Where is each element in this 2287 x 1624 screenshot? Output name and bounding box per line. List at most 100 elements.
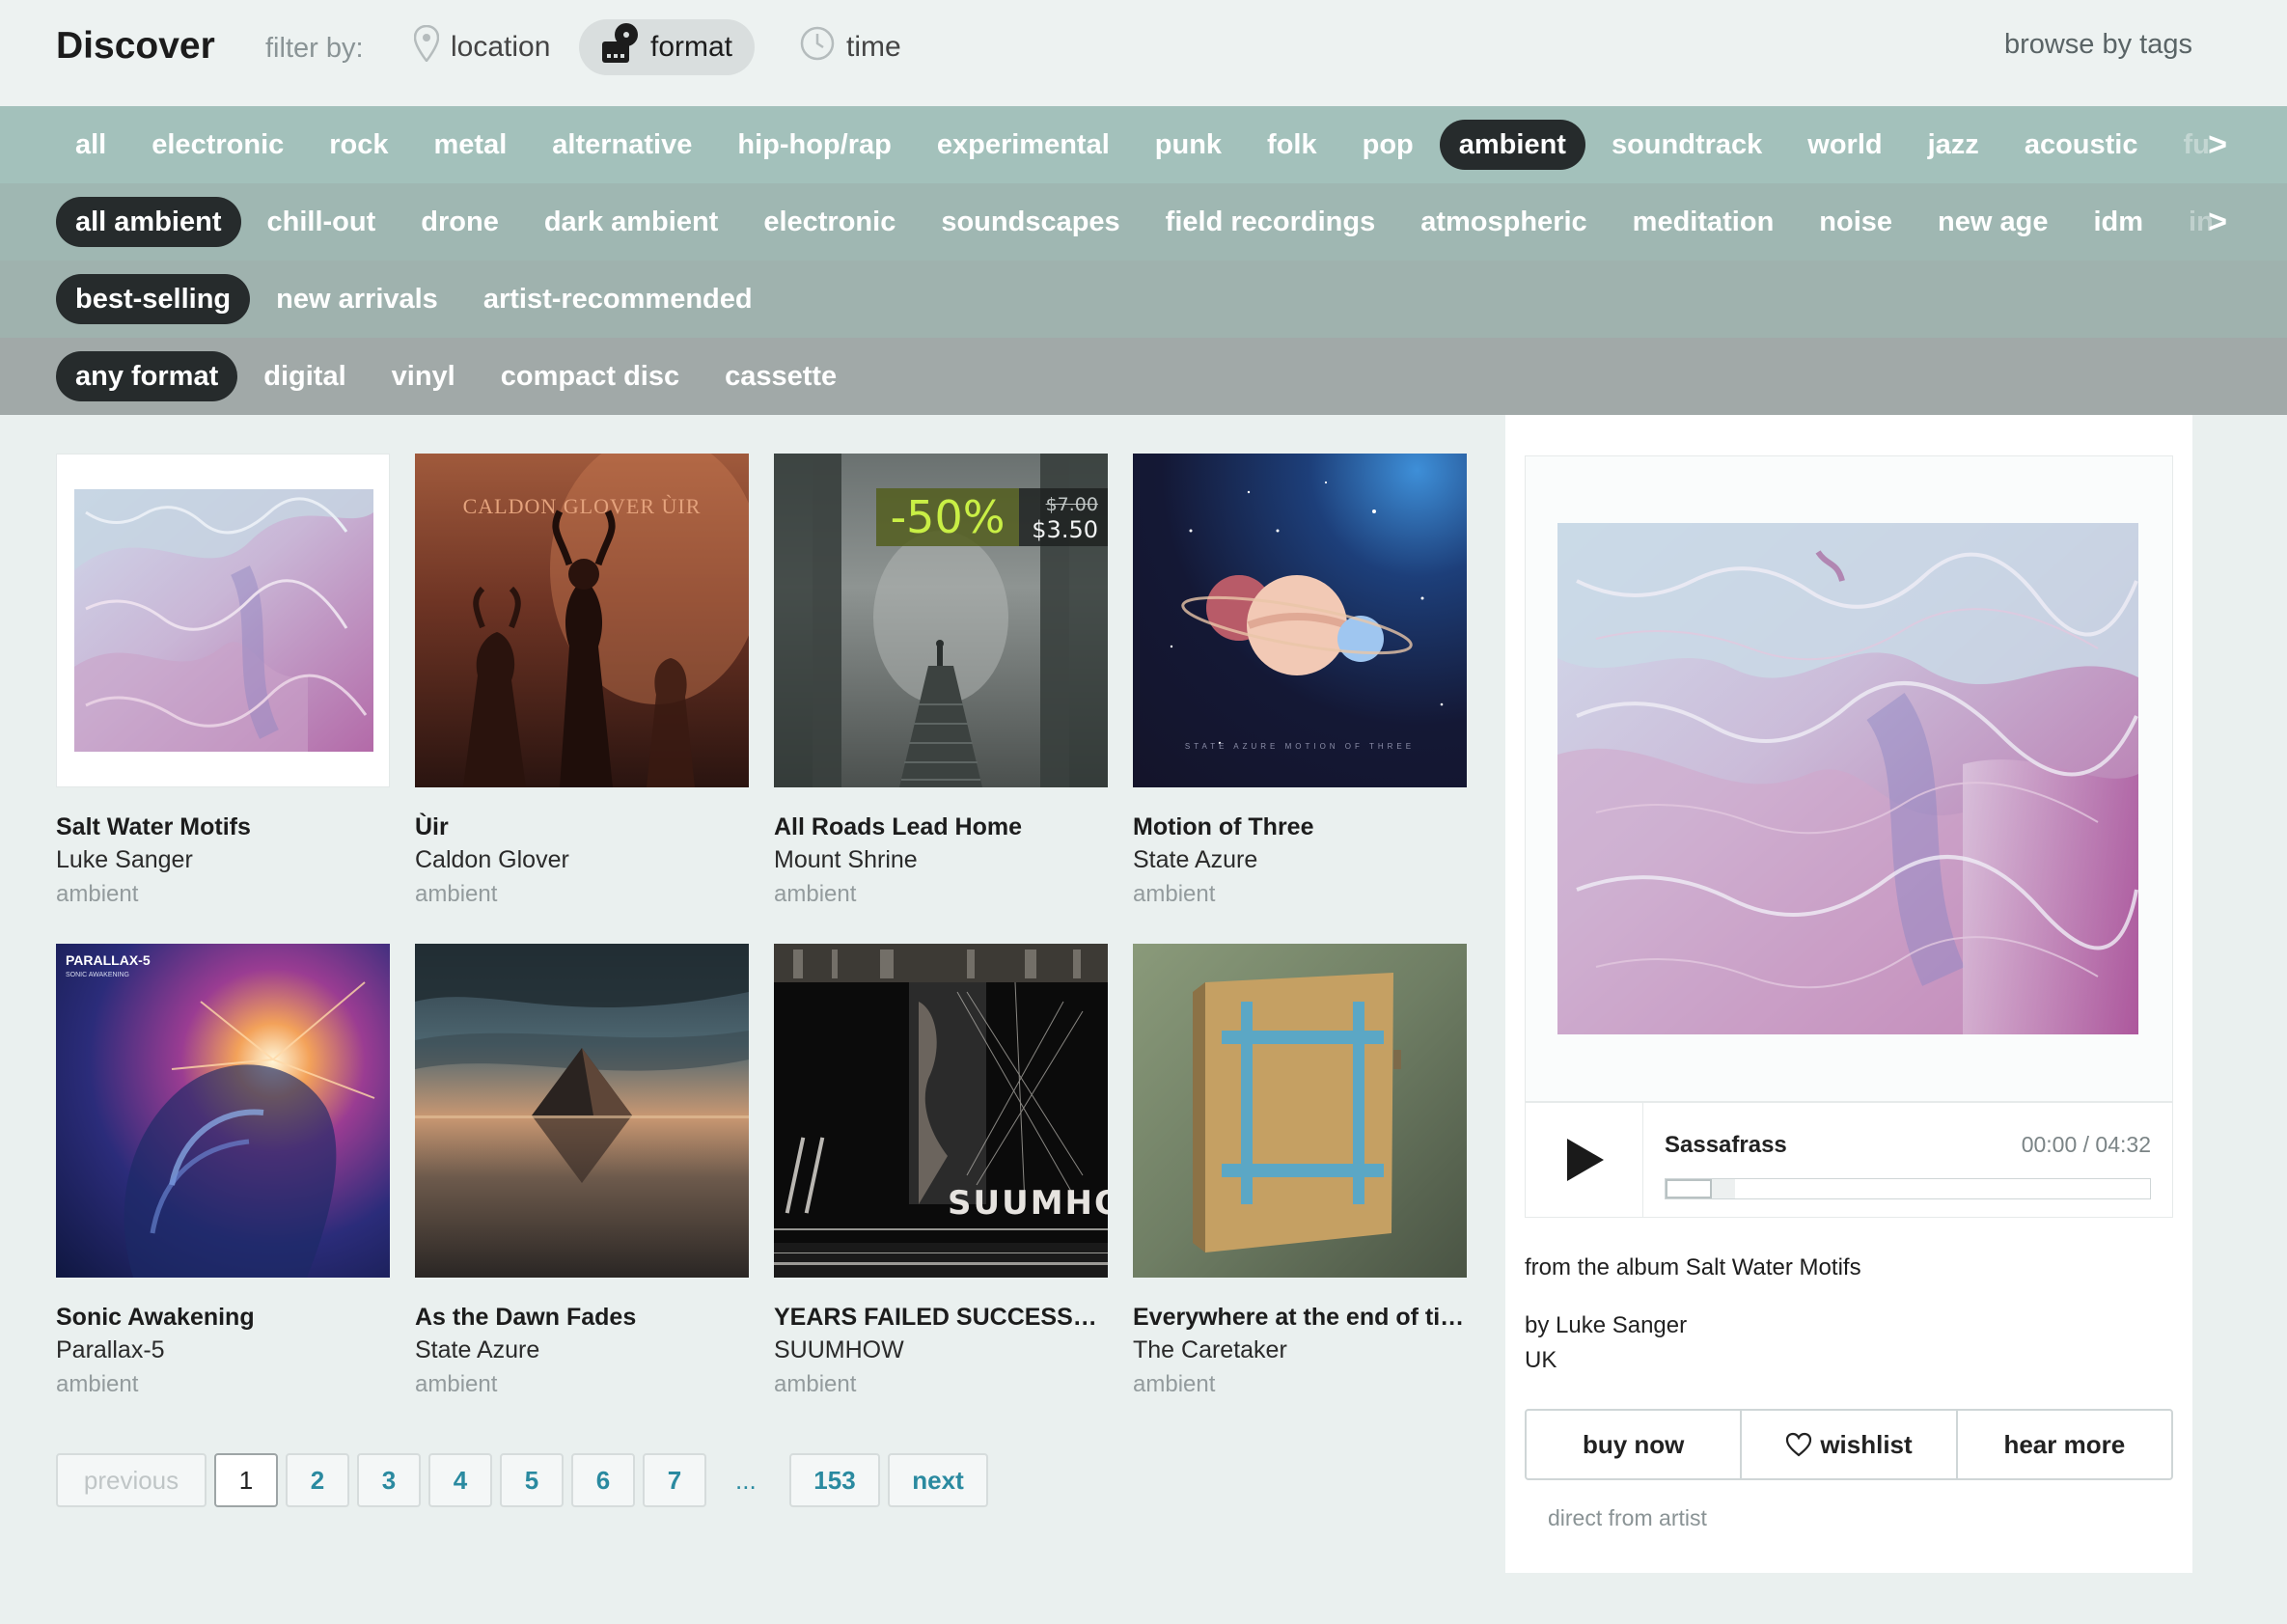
page-button[interactable]: 7	[643, 1453, 706, 1507]
album-cover[interactable]: -50% $7.00 $3.50	[774, 454, 1108, 787]
album-link[interactable]: Salt Water Motifs	[1686, 1254, 1861, 1280]
subgenre-tag[interactable]: new age	[1918, 197, 2067, 247]
genre-tag[interactable]: rock	[310, 120, 407, 170]
album-card[interactable]: Everywhere at the end of time The Careta…	[1133, 944, 1467, 1401]
album-card[interactable]: CALDON GLOVER ÙIR Ùir Caldon Glover ambi…	[415, 454, 749, 911]
genre-tag[interactable]: metal	[415, 120, 527, 170]
play-button[interactable]	[1526, 1103, 1643, 1217]
page-button[interactable]: 5	[500, 1453, 564, 1507]
filter-location[interactable]: location	[400, 19, 564, 75]
subgenre-tag[interactable]: soundscapes	[922, 197, 1139, 247]
subgenre-row: all ambient chill-out drone dark ambient…	[0, 183, 2287, 261]
album-artist[interactable]: State Azure	[415, 1334, 749, 1367]
subgenre-tag[interactable]: field recordings	[1146, 197, 1395, 247]
clock-icon	[800, 26, 835, 69]
album-cover[interactable]: CALDON GLOVER ÙIR	[415, 454, 749, 787]
page-button[interactable]: 3	[357, 1453, 421, 1507]
album-card[interactable]: STATE AZURE MOTION OF THREE Motion of Th…	[1133, 454, 1467, 911]
album-artist[interactable]: Luke Sanger	[56, 843, 390, 877]
album-title[interactable]: Ùir	[415, 811, 749, 843]
genre-tag[interactable]: folk	[1248, 120, 1336, 170]
page-button-current[interactable]: 1	[214, 1453, 278, 1507]
album-title[interactable]: As the Dawn Fades	[415, 1301, 749, 1334]
album-title[interactable]: Motion of Three	[1133, 811, 1467, 843]
previous-page-button[interactable]: previous	[56, 1453, 207, 1507]
direct-from-artist-text: direct from artist	[1548, 1505, 1707, 1530]
chevron-right-icon[interactable]: >	[2198, 125, 2237, 164]
album-card[interactable]: Salt Water Motifs Luke Sanger ambient	[56, 454, 390, 911]
album-card[interactable]: SUUMHOW YEARS FAILED SUCCESSF… SUUMHOW a…	[774, 944, 1108, 1401]
genre-tag[interactable]: electronic	[132, 120, 303, 170]
genre-tag[interactable]: punk	[1136, 120, 1241, 170]
album-title[interactable]: Sonic Awakening	[56, 1301, 390, 1334]
genre-tag-active[interactable]: ambient	[1439, 120, 1585, 170]
genre-tag[interactable]: experimental	[918, 120, 1129, 170]
page-button[interactable]: 2	[286, 1453, 349, 1507]
genre-tag[interactable]: alternative	[533, 120, 711, 170]
album-genre: ambient	[1133, 881, 1216, 907]
album-cover[interactable]: SUUMHOW	[774, 944, 1108, 1278]
sort-tag[interactable]: new arrivals	[257, 274, 457, 324]
album-card[interactable]: PARALLAX-5 SONIC AWAKENING Sonic Awakeni…	[56, 944, 390, 1401]
album-cover[interactable]	[415, 944, 749, 1278]
progress-bar[interactable]	[1665, 1178, 2151, 1199]
featured-album-art[interactable]	[1557, 523, 2138, 1034]
genre-tag[interactable]: pop	[1343, 120, 1433, 170]
album-title[interactable]: Everywhere at the end of time	[1133, 1301, 1467, 1334]
subgenre-tag[interactable]: drone	[401, 197, 518, 247]
genre-tag[interactable]: world	[1788, 120, 1901, 170]
format-tag-active[interactable]: any format	[56, 351, 238, 401]
filter-format[interactable]: format	[579, 19, 755, 75]
sort-tag-active[interactable]: best-selling	[56, 274, 251, 324]
album-artist[interactable]: Caldon Glover	[415, 843, 749, 877]
subgenre-tag[interactable]: electronic	[744, 197, 915, 247]
genre-tag[interactable]: soundtrack	[1592, 120, 1781, 170]
wishlist-button[interactable]: wishlist	[1742, 1411, 1958, 1478]
album-title[interactable]: Salt Water Motifs	[56, 811, 390, 843]
album-artist[interactable]: The Caretaker	[1133, 1334, 1467, 1367]
genre-tag[interactable]: hip-hop/rap	[718, 120, 910, 170]
cover-subtext: SONIC AWAKENING	[66, 972, 129, 978]
album-cover[interactable]: PARALLAX-5 SONIC AWAKENING	[56, 944, 390, 1278]
map-pin-icon	[413, 24, 440, 69]
page-button[interactable]: 4	[428, 1453, 492, 1507]
page-button-last[interactable]: 153	[789, 1453, 880, 1507]
album-artist[interactable]: State Azure	[1133, 843, 1467, 877]
subgenre-tag[interactable]: chill-out	[248, 197, 396, 247]
genre-tag[interactable]: jazz	[1909, 120, 1998, 170]
format-tag[interactable]: digital	[244, 351, 365, 401]
sort-tag[interactable]: artist-recommended	[464, 274, 772, 324]
subgenre-tag-active[interactable]: all ambient	[56, 197, 241, 247]
genre-tag[interactable]: all	[56, 120, 125, 170]
artist-link[interactable]: by Luke Sanger	[1525, 1312, 1687, 1339]
browse-by-tags-link[interactable]: browse by tags	[2004, 25, 2192, 64]
subgenre-tag[interactable]: idm	[2074, 197, 2163, 247]
album-artist[interactable]: Parallax-5	[56, 1334, 390, 1367]
format-tag[interactable]: vinyl	[372, 351, 475, 401]
album-artist[interactable]: SUUMHOW	[774, 1334, 1108, 1367]
album-cover[interactable]	[56, 454, 390, 787]
subgenre-tag[interactable]: meditation	[1613, 197, 1794, 247]
album-cover[interactable]: STATE AZURE MOTION OF THREE	[1133, 454, 1467, 787]
filter-time[interactable]: time	[786, 19, 915, 75]
album-card[interactable]: -50% $7.00 $3.50 All Roads Lead Home Mou…	[774, 454, 1108, 911]
genre-tag[interactable]: acoustic	[2005, 120, 2158, 170]
chevron-right-icon[interactable]: >	[2198, 203, 2237, 241]
progress-knob[interactable]	[1666, 1179, 1712, 1198]
subgenre-tag[interactable]: noise	[1800, 197, 1912, 247]
heart-icon	[1786, 1432, 1812, 1457]
album-title[interactable]: YEARS FAILED SUCCESSF…	[774, 1301, 1108, 1334]
format-tag[interactable]: compact disc	[482, 351, 699, 401]
album-title[interactable]: All Roads Lead Home	[774, 811, 1108, 843]
page-button[interactable]: 6	[571, 1453, 635, 1507]
subgenre-tag[interactable]: dark ambient	[525, 197, 738, 247]
track-name: Sassafrass	[1665, 1132, 1787, 1158]
format-tag[interactable]: cassette	[705, 351, 856, 401]
next-page-button[interactable]: next	[888, 1453, 988, 1507]
hear-more-button[interactable]: hear more	[1958, 1411, 2171, 1478]
album-cover[interactable]	[1133, 944, 1467, 1278]
album-card[interactable]: As the Dawn Fades State Azure ambient	[415, 944, 749, 1401]
buy-now-button[interactable]: buy now	[1527, 1411, 1743, 1478]
subgenre-tag[interactable]: atmospheric	[1401, 197, 1606, 247]
album-artist[interactable]: Mount Shrine	[774, 843, 1108, 877]
